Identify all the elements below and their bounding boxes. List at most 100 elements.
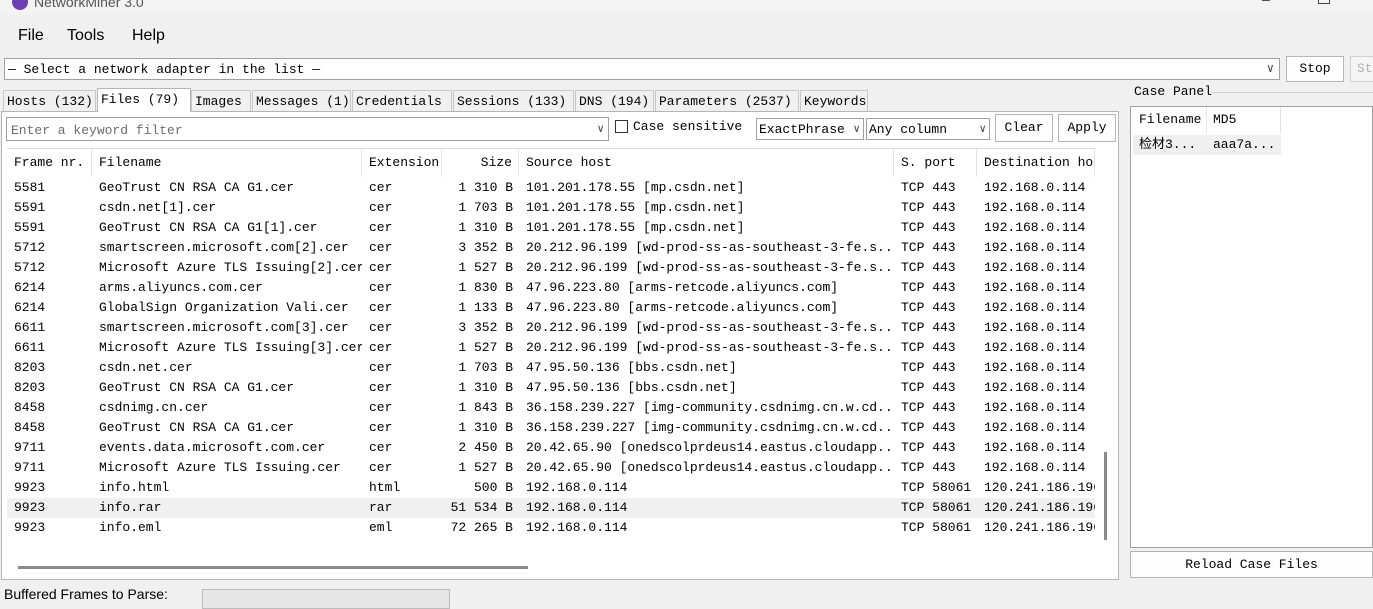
cell-frame-nr: 5591 [14,220,46,235]
tab-messages[interactable]: Messages (1) [252,90,351,112]
keyword-filter-input[interactable] [9,119,593,141]
table-row[interactable]: 8203 csdn.net.cer cer 1 703 B 47.95.50.136 [… [7,358,1095,378]
case-column-header-md5[interactable]: MD5 [1207,107,1281,133]
cell-source-port: TCP 443 [901,340,956,355]
table-row[interactable]: 5591 csdn.net[1].cer cer 1 703 B 101.201.178… [7,198,1095,218]
table-row[interactable]: 9923 info.eml eml 72 265 B 192.168.0.114 TCP … [7,518,1095,538]
table-row[interactable]: 9711 Microsoft Azure TLS Issuing.cer cer 1 … [7,458,1095,478]
cell-filename: arms.aliyuncs.com.cer [99,280,263,295]
cell-extension: cer [369,240,393,255]
cell-size: 1 310 B [458,380,513,395]
table-row[interactable]: 5581 GeoTrust CN RSA CA G1.cer cer 1 310 B 1… [7,178,1095,198]
cell-filename: csdn.net.cer [99,360,193,375]
cell-source-host: 36.158.239.227 [img-community.csdnimg.cn… [526,400,894,415]
tab-parameters[interactable]: Parameters (2537) [655,90,799,112]
cell-destination-host: 192.168.0.114 [984,280,1086,295]
table-row[interactable]: 8458 csdnimg.cn.cer cer 1 843 B 36.158.239.2… [7,398,1095,418]
table-row[interactable]: 6214 arms.aliyuncs.com.cer cer 1 830 B 47.96… [7,278,1095,298]
table-row[interactable]: 5712 smartscreen.microsoft.com[2].cer cer 3… [7,238,1095,258]
case-cell-filename[interactable]: 检材3... [1133,135,1207,155]
cell-extension: cer [369,280,393,295]
cell-filename: GeoTrust CN RSA CA G1.cer [99,420,295,435]
case-sensitive-label: Case sensitive [633,119,743,134]
table-row[interactable]: 9711 events.data.microsoft.com.cer cer 2 45… [7,438,1095,458]
tab-sessions[interactable]: Sessions (133) [453,90,574,112]
table-row[interactable]: 6611 Microsoft Azure TLS Issuing[3].cer ce… [7,338,1095,358]
stop-button[interactable]: Stop [1286,56,1344,82]
cell-source-host: 101.201.178.55 [mp.csdn.net] [526,220,745,235]
cell-source-host: 101.201.178.55 [mp.csdn.net] [526,200,745,215]
cell-source-port: TCP 443 [901,420,956,435]
cell-size: 3 352 B [458,320,513,335]
case-column-header-filename[interactable]: Filename [1133,107,1207,133]
tab-keywords[interactable]: Keywords [800,90,868,112]
cell-source-host: 20.42.65.90 [onedscolprdeus14.eastus.clo… [526,460,894,475]
cell-source-host: 47.95.50.136 [bbs.csdn.net] [526,360,737,375]
network-adapter-select[interactable]: — Select a network adapter in the list —… [4,58,1280,80]
apply-filter-button[interactable]: Apply [1058,114,1116,142]
column-header-frame-nr[interactable]: Frame nr. [7,149,92,177]
title-bar: NetworkMiner 3.0 – [0,0,1373,14]
cell-extension: eml [369,520,393,535]
case-panel-title: Case Panel [1134,84,1213,99]
cell-source-port: TCP 443 [901,320,956,335]
menu-help[interactable]: Help [132,27,165,45]
case-cell-md5[interactable]: aaa7a... [1207,135,1281,155]
match-mode-select[interactable]: ExactPhrase ∨ [756,118,864,140]
chevron-down-icon: ∨ [853,122,860,136]
clear-filter-button[interactable]: Clear [995,114,1053,142]
tab-dns[interactable]: DNS (194) [575,90,654,112]
cell-extension: cer [369,460,393,475]
networkminer-logo-icon [12,0,28,10]
tab-images[interactable]: Images [191,90,251,112]
column-header-extension[interactable]: Extension [362,149,442,177]
table-row[interactable]: 8203 GeoTrust CN RSA CA G1.cer cer 1 310 B 4… [7,378,1095,398]
vertical-scrollbar[interactable] [1104,452,1107,540]
table-row[interactable]: 6611 smartscreen.microsoft.com[3].cer cer 3… [7,318,1095,338]
tab-files[interactable]: Files (79) [97,88,191,112]
filter-column-select[interactable]: Any column ∨ [866,118,990,140]
tab-credentials[interactable]: Credentials [352,90,452,112]
cell-source-port: TCP 443 [901,240,956,255]
minimize-button[interactable]: – [1262,0,1270,7]
cell-frame-nr: 9711 [14,440,46,455]
table-row[interactable]: 5591 GeoTrust CN RSA CA G1[1].cer cer 1 310… [7,218,1095,238]
cell-size: 500 B [473,480,513,495]
keyword-filter-combo[interactable]: ∨ [6,117,609,141]
maximize-button[interactable] [1318,0,1330,4]
cell-source-port: TCP 443 [901,200,956,215]
table-row[interactable]: 5712 Microsoft Azure TLS Issuing[2].cer ce… [7,258,1095,278]
column-header-source-host[interactable]: Source host [519,149,894,177]
cell-filename: csdnimg.cn.cer [99,400,209,415]
buffered-frames-label: Buffered Frames to Parse: [4,586,168,602]
cell-source-host: 192.168.0.114 [526,480,628,495]
table-row[interactable]: 8458 GeoTrust CN RSA CA G1.cer cer 1 310 B 3… [7,418,1095,438]
column-header-source-port[interactable]: S. port [894,149,977,177]
table-row[interactable]: 9923 info.html html 500 B 192.168.0.114 TCP 5… [7,478,1095,498]
cell-size: 3 352 B [458,240,513,255]
horizontal-scrollbar[interactable] [18,566,528,569]
reload-case-files-button[interactable]: Reload Case Files [1130,551,1373,578]
tab-hosts[interactable]: Hosts (132) [3,90,96,112]
cell-size: 1 310 B [458,220,513,235]
cell-filename: info.html [99,480,170,495]
column-header-filename[interactable]: Filename [92,149,362,177]
cell-source-host: 20.212.96.199 [wd-prod-ss-as-southeast-3… [526,320,894,335]
cell-filename: Microsoft Azure TLS Issuing.cer [99,460,341,475]
column-header-destination-host[interactable]: Destination hos [977,149,1095,177]
files-table: Frame nr. Filename Extension Size Source hos… [7,148,1095,559]
match-mode-value: ExactPhrase [759,122,845,137]
cell-extension: html [369,480,401,495]
table-row[interactable]: 9923 info.rar rar 51 534 B 192.168.0.114 TCP … [7,498,1095,518]
case-sensitive-checkbox[interactable] [615,120,628,133]
start-button[interactable]: St [1350,56,1373,82]
cell-size: 1 703 B [458,360,513,375]
cell-destination-host: 192.168.0.114 [984,320,1086,335]
column-header-size[interactable]: Size [442,149,519,177]
cell-filename: info.eml [99,520,162,535]
cell-filename: GeoTrust CN RSA CA G1.cer [99,180,295,195]
menu-tools[interactable]: Tools [67,27,104,45]
menu-file[interactable]: File [18,27,44,45]
cell-size: 72 265 B [450,520,513,535]
table-row[interactable]: 6214 GlobalSign Organization Vali.cer cer 1… [7,298,1095,318]
